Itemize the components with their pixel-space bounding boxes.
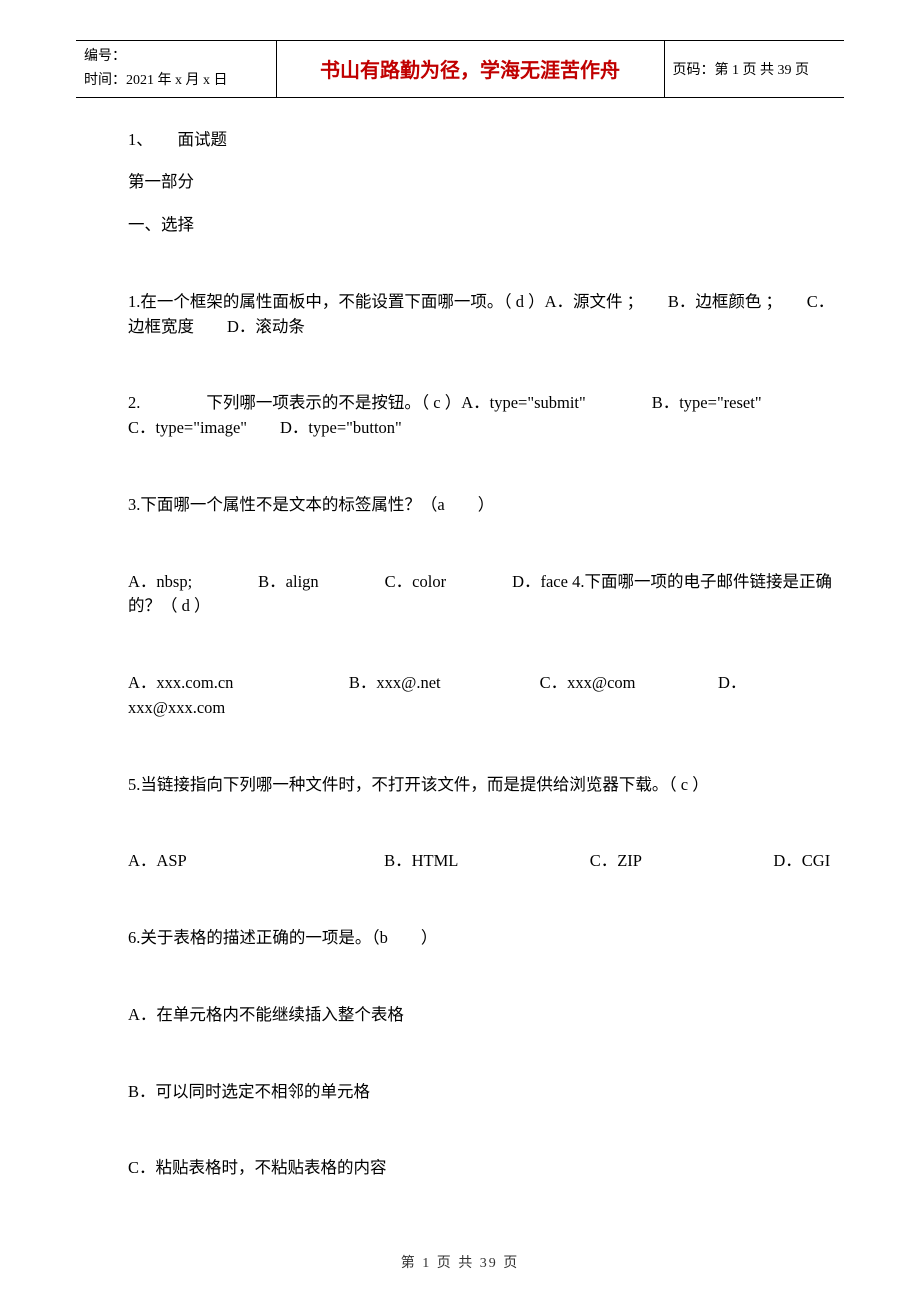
question-6-option-a: A．在单元格内不能继续插入整个表格 <box>128 1003 840 1028</box>
question-4-options: A．xxx.com.cn B．xxx@.net C．xxx@com D．xxx@… <box>128 671 840 721</box>
question-3: 3.下面哪一个属性不是文本的标签属性？（a ） <box>128 493 840 518</box>
question-1: 1.在一个框架的属性面板中，不能设置下面哪一项。（ d ）A．源文件 ； B．边… <box>128 290 840 340</box>
doc-title: 1、 面试题 <box>128 128 840 153</box>
doc-date: 时间：2021 年 x 月 x 日 <box>84 69 268 93</box>
header-table: 编号： 时间：2021 年 x 月 x 日 书山有路勤为径，学海无涯苦作舟 页码… <box>76 40 844 98</box>
question-5: 5.当链接指向下列哪一种文件时，不打开该文件，而是提供给浏览器下载。（ c ） <box>128 773 840 798</box>
header-page: 页码：第 1 页 共 39 页 <box>664 41 844 98</box>
section-label: 一、选择 <box>128 213 840 238</box>
header-left: 编号： 时间：2021 年 x 月 x 日 <box>76 41 276 98</box>
page-footer: 第 1 页 共 39 页 <box>0 1252 920 1272</box>
question-6: 6.关于表格的描述正确的一项是。（b ） <box>128 926 840 951</box>
question-6-option-c: C．粘贴表格时，不粘贴表格的内容 <box>128 1156 840 1181</box>
doc-id: 编号： <box>84 45 268 69</box>
question-2: 2. 下列哪一项表示的不是按钮。（ c ）A．type="submit" B．t… <box>128 391 840 441</box>
document-page: 编号： 时间：2021 年 x 月 x 日 书山有路勤为径，学海无涯苦作舟 页码… <box>0 0 920 1181</box>
header-motto: 书山有路勤为径，学海无涯苦作舟 <box>276 41 664 98</box>
question-3-options: A．nbsp; B．align C．color D．face 4.下面哪一项的电… <box>128 570 840 620</box>
document-body: 1、 面试题 第一部分 一、选择 1.在一个框架的属性面板中，不能设置下面哪一项… <box>76 128 844 1182</box>
question-5-options: A．ASP B．HTML C．ZIP D．CGI <box>128 849 840 874</box>
question-6-option-b: B．可以同时选定不相邻的单元格 <box>128 1080 840 1105</box>
part-label: 第一部分 <box>128 170 840 195</box>
